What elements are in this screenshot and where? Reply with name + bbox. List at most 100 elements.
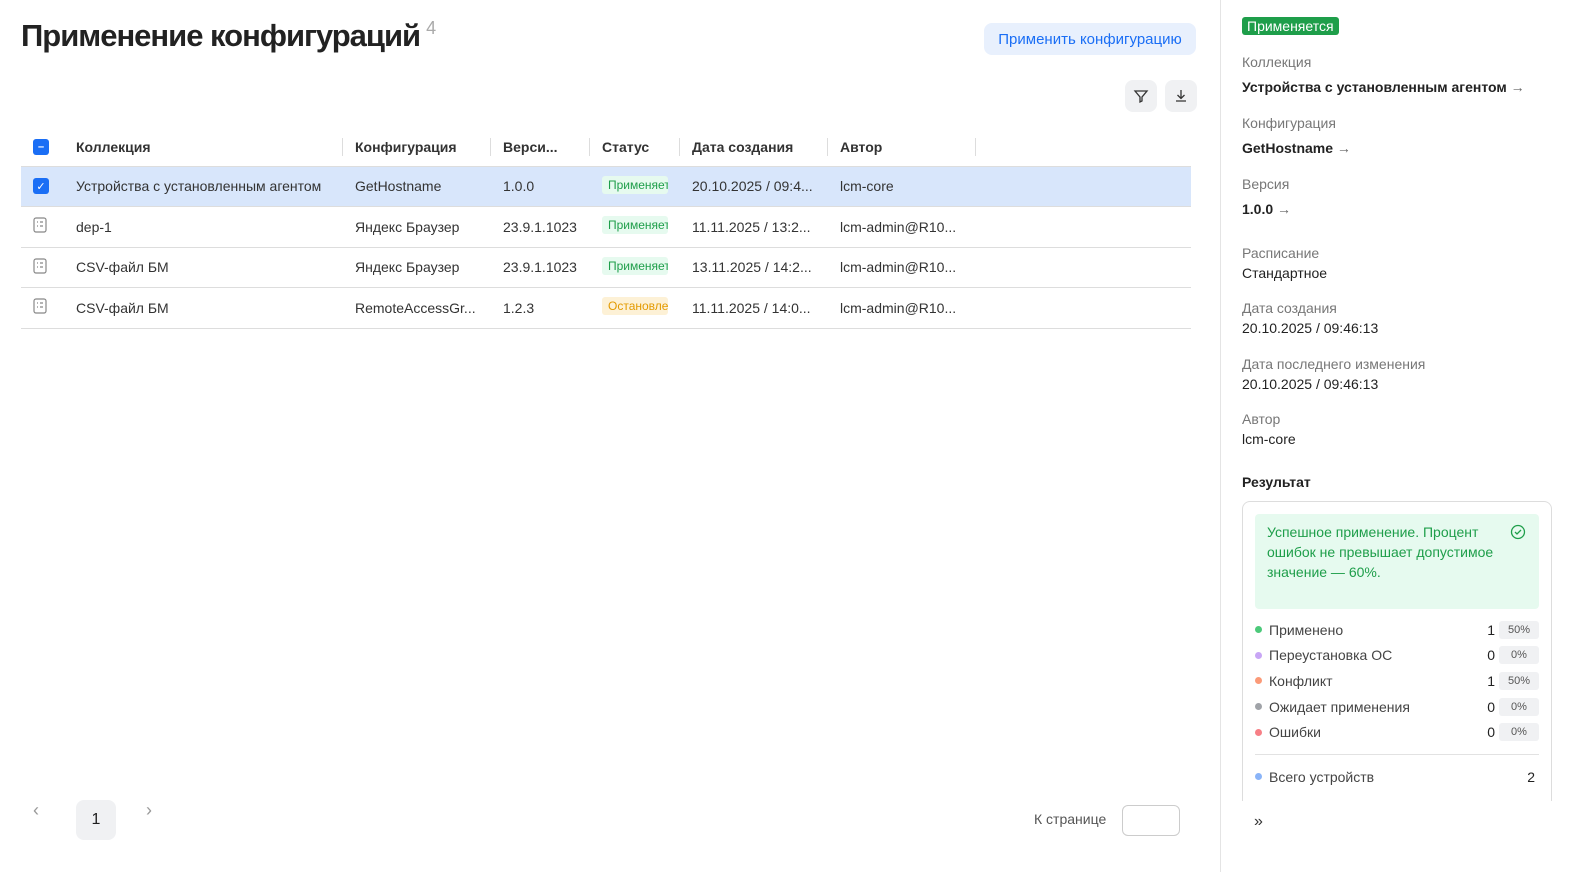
date-cell: 20.10.2025 / 09:4... [680,166,828,207]
row-select-cell[interactable] [21,287,64,329]
filter-icon [1133,90,1149,104]
select-all-checkbox[interactable]: – [33,138,49,155]
arrow-right-icon: → [1510,79,1525,95]
status-cell: Остановлено [590,287,680,329]
stat-percent: 50% [1499,671,1539,690]
author-value: lcm-core [1242,431,1296,447]
column-header[interactable]: Дата создания [680,128,828,167]
date-cell: 13.11.2025 / 14:2... [680,247,828,288]
next-page-button[interactable]: › [146,800,152,821]
column-header[interactable]: Конфигурация [343,128,491,167]
status-dot [1255,728,1262,736]
config-label: Конфигурация [1242,115,1336,131]
created-value: 20.10.2025 / 09:46:13 [1242,320,1379,336]
collection-list-icon[interactable] [33,217,47,233]
version-cell: 1.0.0 [491,166,590,207]
row-checkbox[interactable]: ✓ [33,178,49,195]
column-header[interactable]: Автор [828,128,976,167]
created-label: Дата создания [1242,300,1337,316]
modified-label: Дата последнего изменения [1242,356,1426,372]
row-select-cell[interactable]: ✓ [21,166,64,207]
status-cell: Применяется [590,166,680,207]
status-dot [1255,626,1262,634]
download-icon [1176,90,1186,102]
stat-label: Всего устройств [1269,768,1375,785]
spacer-cell [976,287,1191,329]
result-heading: Результат [1242,474,1311,490]
table-row[interactable]: CSV-файл БМ RemoteAccessGr... 1.2.3 Оста… [21,287,1191,329]
column-header[interactable]: Коллекция [64,128,343,167]
config-cell: Яндекс Браузер [343,206,491,248]
goto-page-input[interactable] [1122,805,1180,836]
table-row[interactable]: ✓ Устройства с установленным агентом Get… [21,166,1191,207]
config-cell: Яндекс Браузер [343,247,491,288]
stat-label: Ожидает применения [1269,698,1410,715]
apply-config-button[interactable]: Применить конфигурацию [984,23,1196,55]
prev-page-button[interactable]: ‹ [33,800,39,821]
stat-row: Применено 1 50% [1255,617,1539,643]
status-badge: Применяется [602,256,668,275]
stat-percent: 0% [1499,697,1539,716]
collapse-panel-icon[interactable]: » [1254,813,1263,831]
item-count: 4 [426,18,436,38]
goto-page-label: К странице [1034,811,1107,827]
main-area: Применение конфигураций 4 Применить конфи… [0,0,1220,872]
stat-row: Ожидает применения 0 0% [1255,694,1539,720]
table-row[interactable]: CSV-файл БМ Яндекс Браузер 23.9.1.1023 П… [21,247,1191,288]
arrow-right-icon: → [1277,201,1292,217]
row-select-cell[interactable] [21,206,64,248]
configs-table: – Коллекция Конфигурация Верси... Статус… [21,128,1191,329]
download-button[interactable] [1165,80,1197,112]
author-cell: lcm-admin@R10... [828,206,976,248]
collection-link[interactable]: Устройства с установленным агентом → [1242,79,1525,95]
version-link[interactable]: 1.0.0 → [1242,201,1291,217]
stat-row: Ошибки 0 0% [1255,719,1539,745]
filter-button[interactable] [1125,80,1157,112]
stat-count: 1 [1487,621,1495,638]
config-cell: RemoteAccessGr... [343,287,491,329]
stat-row: Переустановка ОС 0 0% [1255,643,1539,669]
author-label: Автор [1242,411,1281,427]
select-all-cell: – [21,128,64,167]
collection-list-icon[interactable] [33,258,47,274]
arrow-right-icon: → [1336,140,1351,156]
author-cell: lcm-admin@R10... [828,287,976,329]
config-link[interactable]: GetHostname → [1242,140,1351,156]
version-label: Версия [1242,176,1290,192]
table-row[interactable]: dep-1 Яндекс Браузер 23.9.1.1023 Применя… [21,206,1191,248]
version-cell: 23.9.1.1023 [491,247,590,288]
collection-cell: dep-1 [64,206,343,248]
check-circle-icon [1510,524,1526,540]
stat-total: Всего устройств 2 [1255,764,1539,790]
version-cell: 23.9.1.1023 [491,206,590,248]
column-header-spacer [976,128,1191,167]
stat-label: Применено [1269,621,1344,638]
status-dot [1255,677,1262,685]
column-header[interactable]: Статус [590,128,680,167]
stat-percent: 50% [1499,620,1539,639]
stat-count: 0 [1487,647,1495,664]
modified-value: 20.10.2025 / 09:46:13 [1242,376,1379,392]
result-message: Успешное применение. Процент ошибок не п… [1267,524,1494,580]
stat-count: 2 [1527,768,1535,785]
details-panel: Применяется Коллекция Устройства с устан… [1220,0,1588,872]
stat-row: Конфликт 1 50% [1255,668,1539,694]
spacer-cell [976,206,1191,248]
status-cell: Применяется [590,247,680,288]
page-title: Применение конфигураций 4 [21,18,436,54]
collection-list-icon[interactable] [33,298,47,314]
version-cell: 1.2.3 [491,287,590,329]
stat-label: Ошибки [1269,724,1321,741]
stat-percent: 0% [1499,723,1539,742]
spacer-cell [976,247,1191,288]
schedule-value: Стандартное [1242,265,1328,281]
stat-count: 1 [1487,672,1495,689]
column-header[interactable]: Верси... [491,128,590,167]
page-1-button[interactable]: 1 [76,800,116,840]
status-dot [1255,651,1262,659]
collection-cell: CSV-файл БМ [64,247,343,288]
stat-percent: 0% [1499,646,1539,665]
row-select-cell[interactable] [21,247,64,288]
author-cell: lcm-admin@R10... [828,247,976,288]
total-row-wrap: Всего устройств 2 [1255,753,1539,790]
